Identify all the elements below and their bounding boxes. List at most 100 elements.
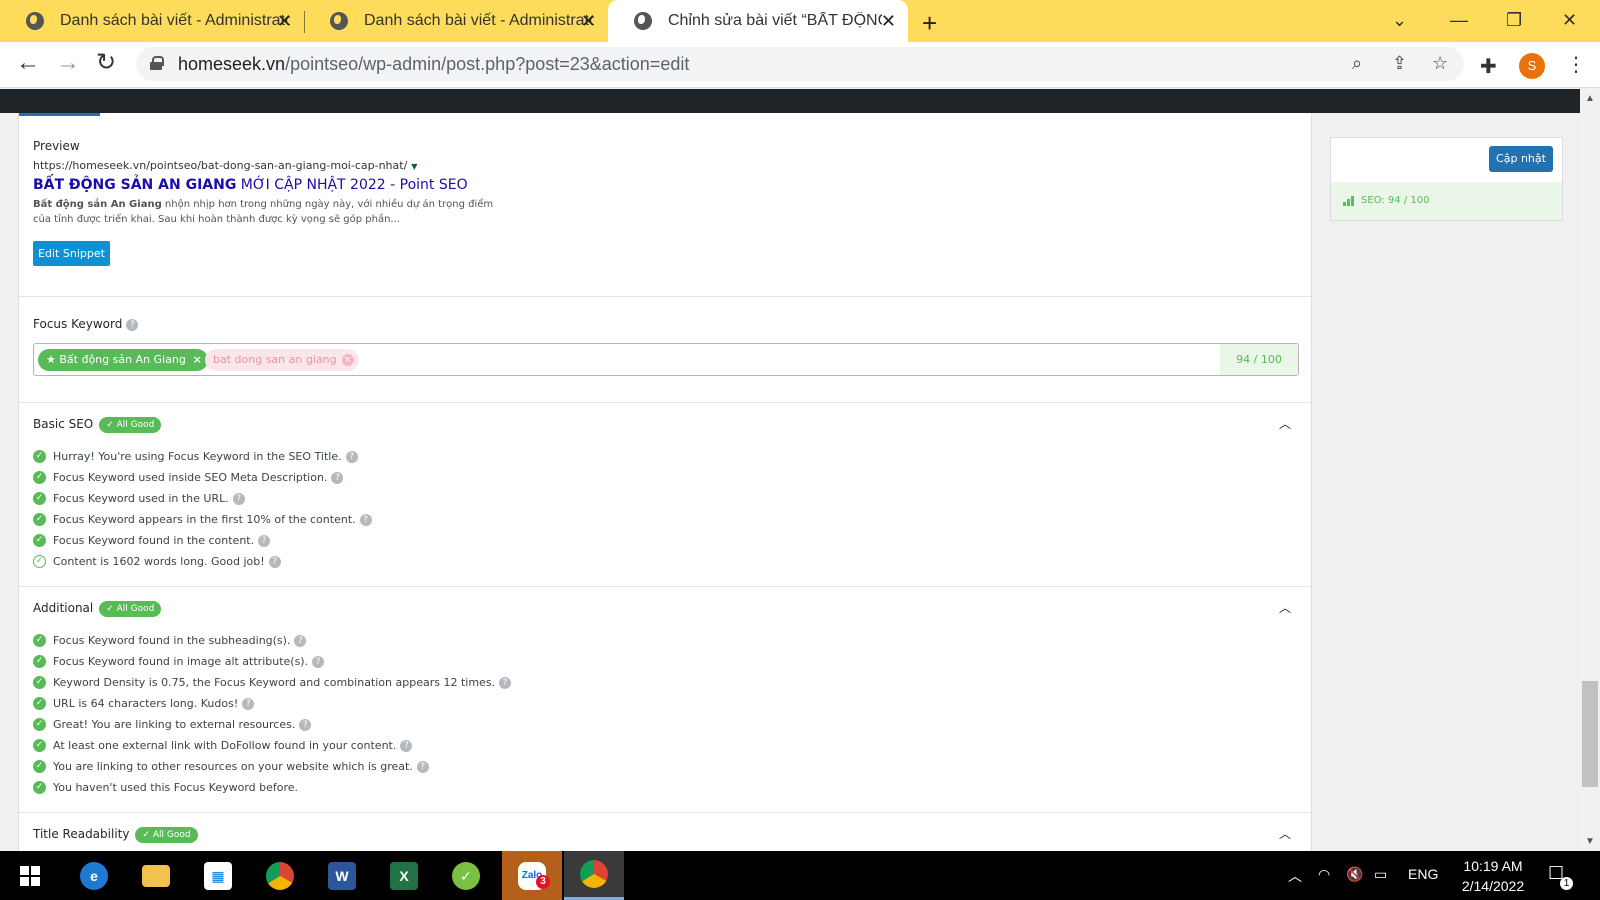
chevron-up-icon[interactable]: ︿ — [1279, 415, 1291, 432]
chevron-up-icon[interactable]: ︿ — [1279, 825, 1291, 842]
list-item: ✓ Focus Keyword found in the content.? — [33, 533, 372, 554]
star-icon[interactable]: ☆ — [1432, 53, 1448, 74]
notification-count: 1 — [1560, 877, 1573, 890]
update-button[interactable]: Cập nhật — [1489, 146, 1553, 172]
title-readability-heading[interactable]: Title Readability ✓ All Good — [33, 827, 198, 843]
scrollbar-thumb[interactable] — [1582, 681, 1598, 787]
list-item: ✓ Focus Keyword found in the subheading(s… — [33, 633, 511, 654]
tab-title: Danh sách bài viết - Administrator — [60, 12, 290, 29]
chrome-vn-icon[interactable] — [250, 851, 310, 900]
list-item: ✓ You haven't used this Focus Keyword bef… — [33, 780, 511, 801]
basic-seo-heading[interactable]: Basic SEO ✓ All Good — [33, 417, 162, 433]
minimize-icon[interactable]: — — [1450, 10, 1468, 31]
status-badge: ✓ All Good — [99, 417, 162, 433]
chevron-up-icon[interactable]: ︿ — [1279, 599, 1291, 616]
chevron-down-icon[interactable]: ⌄ — [1392, 10, 1407, 31]
windows-taskbar: e ▦ W X ✓ Zalo 3 ︿ ◠ 🔇 ▭ ENG 10:19 AM 2/14… — [0, 851, 1600, 900]
kebab-menu-icon[interactable]: ⋮ — [1566, 52, 1586, 77]
edge-icon[interactable]: e — [64, 851, 124, 900]
browser-tab-strip: Danh sách bài viết - Administrator ✕ Dan… — [0, 0, 1600, 42]
help-icon[interactable]: ? — [345, 451, 358, 463]
lock-icon — [150, 56, 164, 70]
publish-box: Cập nhật SEO: 94 / 100 — [1330, 137, 1563, 221]
help-icon[interactable]: ? — [331, 472, 344, 484]
browser-tab-1[interactable]: Danh sách bài viết - Administrator ✕ — [0, 0, 304, 42]
speaker-muted-icon[interactable]: 🔇 — [1346, 866, 1363, 883]
battery-icon[interactable]: ▭ — [1374, 866, 1387, 883]
window-close-icon[interactable]: ✕ — [1562, 10, 1577, 31]
help-icon[interactable]: ? — [416, 761, 429, 773]
wifi-icon[interactable]: ◠ — [1318, 866, 1330, 883]
remove-icon[interactable]: × — [193, 349, 202, 371]
keyword-tag-secondary[interactable]: bat dong san an giang × — [205, 349, 359, 371]
file-explorer-icon[interactable] — [126, 851, 186, 900]
globe-icon — [26, 12, 44, 30]
help-icon[interactable]: ? — [232, 493, 245, 505]
profile-avatar[interactable]: S — [1519, 53, 1545, 79]
check-icon: ✓ — [33, 697, 46, 710]
preview-section: Preview https://homeseek.vn/pointseo/bat… — [19, 113, 1311, 297]
share-icon[interactable]: ⇪ — [1392, 53, 1407, 74]
close-icon[interactable]: ✕ — [277, 12, 292, 30]
store-icon[interactable]: ▦ — [188, 851, 248, 900]
chevron-up-icon[interactable]: ︿ — [1288, 866, 1302, 886]
remove-icon[interactable]: × — [341, 354, 354, 366]
list-item: ✓ At least one external link with DoFollo… — [33, 738, 511, 759]
seo-bars-icon — [1343, 196, 1357, 206]
browser-toolbar: ← → ↻ homeseek.vn/pointseo/wp-admin/post… — [0, 42, 1600, 88]
check-icon: ✓ — [33, 676, 46, 689]
help-icon[interactable]: ? — [499, 677, 512, 689]
url-text: homeseek.vn/pointseo/wp-admin/post.php?p… — [178, 54, 690, 74]
word-icon[interactable]: W — [312, 851, 372, 900]
extensions-puzzle-icon[interactable]: ✚ — [1480, 54, 1497, 79]
close-icon[interactable]: ✕ — [881, 12, 896, 30]
check-icon: ✓ — [33, 760, 46, 773]
zalo-icon[interactable]: Zalo 3 — [502, 851, 562, 900]
page-scrollbar[interactable]: ▲ ▼ — [1580, 89, 1600, 851]
help-icon[interactable]: ? — [294, 635, 307, 647]
status-badge: ✓ All Good — [99, 601, 162, 617]
help-icon[interactable]: ? — [258, 535, 271, 547]
seo-panel: Preview https://homeseek.vn/pointseo/bat… — [18, 113, 1312, 851]
keyword-tag-primary[interactable]: ★ Bất động sản An Giang × — [38, 349, 208, 371]
forward-arrow-icon[interactable]: → — [56, 51, 80, 75]
excel-icon[interactable]: X — [374, 851, 434, 900]
close-icon[interactable]: ✕ — [581, 12, 596, 30]
preview-description: Bất động sản An Giang nhộn nhịp hơn tron… — [33, 199, 494, 225]
check-icon: ✓ — [33, 781, 46, 794]
seo-score-bar[interactable]: SEO: 94 / 100 — [1331, 182, 1562, 220]
help-icon[interactable]: ? — [242, 698, 255, 710]
help-icon[interactable]: ? — [126, 319, 139, 331]
check-icon: ✓ — [33, 492, 46, 505]
new-tab-icon[interactable]: + — [922, 8, 937, 39]
address-bar[interactable]: homeseek.vn/pointseo/wp-admin/post.php?p… — [136, 47, 1464, 81]
reload-icon[interactable]: ↻ — [96, 51, 116, 75]
additional-heading[interactable]: Additional ✓ All Good — [33, 601, 162, 617]
help-icon[interactable]: ? — [299, 719, 312, 731]
check-icon: ✓ — [33, 655, 46, 668]
back-arrow-icon[interactable]: ← — [16, 51, 40, 75]
scroll-up-icon[interactable]: ▲ — [1585, 93, 1595, 104]
check-icon: ✓ — [33, 513, 46, 526]
help-icon[interactable]: ? — [400, 740, 413, 752]
browser-tab-2[interactable]: Danh sách bài viết - Administrator ✕ — [304, 0, 608, 42]
help-icon[interactable]: ? — [268, 556, 281, 568]
keyword-score: 94 / 100 — [1220, 344, 1298, 375]
zoom-icon[interactable]: ⌕ — [1352, 53, 1362, 74]
edit-snippet-button[interactable]: Edit Snippet — [33, 241, 110, 266]
system-clock[interactable]: 10:19 AM 2/14/2022 — [1453, 856, 1533, 896]
preview-title[interactable]: BẤT ĐỘNG SẢN AN GIANG MỚI CẬP NHẬT 2022 … — [33, 177, 468, 193]
title-readability-section: Title Readability ✓ All Good ︿ — [19, 813, 1311, 851]
language-indicator[interactable]: ENG — [1408, 866, 1438, 882]
windows-start-icon[interactable] — [0, 851, 60, 900]
status-badge: ✓ All Good — [135, 827, 198, 843]
chrome-icon[interactable] — [564, 851, 624, 900]
browser-tab-3-active[interactable]: Chỉnh sửa bài viết “BẤT ĐỘNG SẢN ✕ — [608, 0, 908, 42]
scroll-down-icon[interactable]: ▼ — [1585, 836, 1595, 847]
focus-keyword-input[interactable]: ★ Bất động sản An Giang × bat dong san an… — [33, 343, 1299, 376]
help-icon[interactable]: ? — [312, 656, 325, 668]
restore-icon[interactable]: ❐ — [1506, 10, 1522, 31]
focus-keyword-section: Focus Keyword? ★ Bất động sản An Giang × … — [19, 297, 1311, 403]
app-icon[interactable]: ✓ — [436, 851, 496, 900]
help-icon[interactable]: ? — [359, 514, 372, 526]
